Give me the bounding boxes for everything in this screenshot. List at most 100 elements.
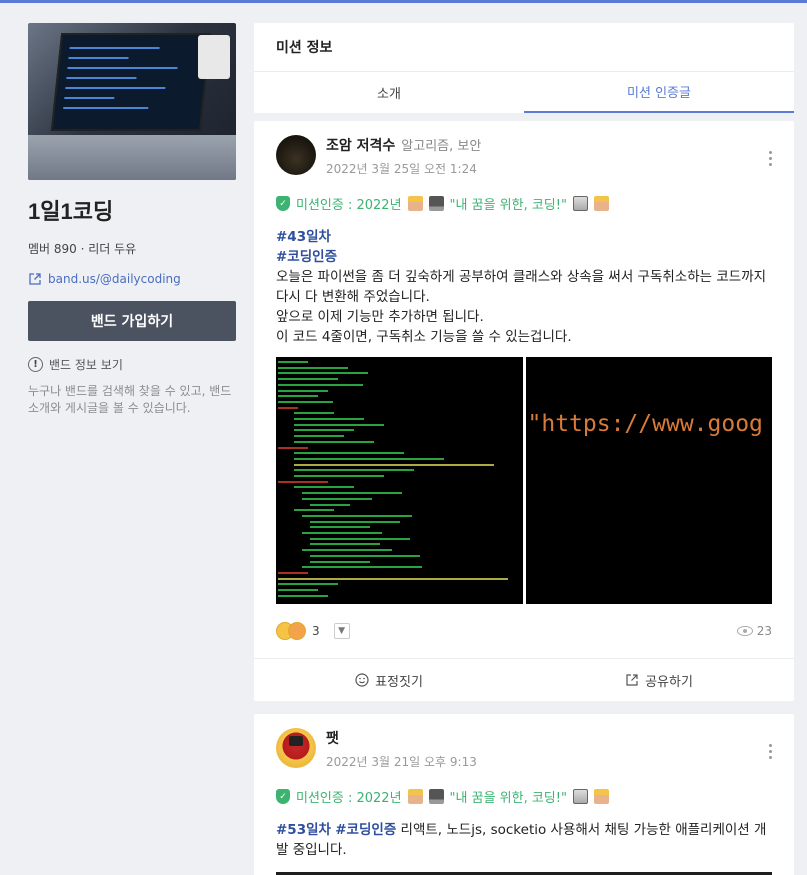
emote-label: 표정짓기	[375, 674, 423, 690]
code-line	[294, 418, 364, 420]
post-card: 조암 저격수 알고리즘, 보안 2022년 3월 25일 오전 1:24 ✓ 미션…	[254, 121, 794, 701]
author-tags: 알고리즘, 보안	[401, 139, 482, 154]
mission-badge[interactable]: ✓ 미션인증 : 2022년 "내 꿈을 위한, 코딩!"	[276, 787, 772, 806]
join-band-button[interactable]: 밴드 가입하기	[28, 301, 236, 341]
code-line	[294, 463, 494, 466]
post-line: 이 코드 4줄이면, 구독취소 기능을 쓸 수 있는겁니다.	[276, 329, 572, 345]
band-cover-image[interactable]	[28, 23, 236, 180]
code-line	[278, 446, 308, 449]
mission-quote: "내 꿈을 위한, 코딩!"	[449, 791, 567, 806]
hashtag[interactable]: #53일차	[276, 822, 331, 838]
mission-badge[interactable]: ✓ 미션인증 : 2022년 "내 꿈을 위한, 코딩!"	[276, 194, 772, 213]
code-line	[278, 589, 318, 591]
band-link-text: band.us/@dailycoding	[48, 272, 181, 286]
hashtag[interactable]: #코딩인증	[276, 249, 337, 265]
tab-intro[interactable]: 소개	[254, 72, 524, 113]
code-line	[278, 594, 328, 597]
code-line	[278, 366, 348, 369]
code-line	[278, 571, 308, 574]
code-line	[278, 577, 508, 580]
more-options-icon[interactable]	[769, 151, 772, 166]
code-line	[302, 566, 422, 569]
author-name[interactable]: 팻	[326, 728, 477, 748]
post-card: 팻 2022년 3월 21일 오후 9:13 ✓ 미션인증 : 2022년 "내…	[254, 714, 794, 875]
code-line	[278, 406, 298, 409]
worker-emoji-icon	[593, 196, 609, 211]
mission-tabs: 소개 미션 인증글	[254, 72, 794, 113]
code-line	[278, 383, 363, 386]
chevron-down-icon[interactable]: ▼	[333, 623, 350, 639]
worker-emoji-icon	[593, 789, 609, 804]
mission-prefix: 미션인증 : 2022년	[296, 791, 402, 806]
code-line	[294, 440, 374, 443]
keyboard-emoji-icon	[572, 196, 588, 211]
post-header: 조암 저격수 알고리즘, 보안 2022년 3월 25일 오전 1:24	[254, 121, 794, 177]
author-name[interactable]: 조암 저격수	[326, 138, 395, 154]
emote-button[interactable]: 표정짓기	[254, 659, 524, 701]
code-line	[302, 532, 382, 534]
mission-info-card: 미션 정보 소개 미션 인증글	[254, 23, 794, 113]
hashtag[interactable]: #43	[276, 229, 306, 245]
code-line	[310, 554, 420, 557]
hashtag[interactable]: #코딩인증	[335, 822, 396, 838]
code-line	[278, 480, 328, 483]
code-screenshot-photo[interactable]	[276, 357, 523, 604]
code-line	[278, 389, 328, 392]
code-line	[294, 509, 334, 512]
view-count-value: 23	[756, 624, 772, 638]
post-body: #53일차 #코딩인증 리액트, 노드js, socketio 사용해서 채팅 …	[276, 820, 772, 860]
post-header: 팻 2022년 3월 21일 오후 9:13	[254, 714, 794, 770]
band-link[interactable]: band.us/@dailycoding	[28, 272, 236, 286]
keyboard-emoji-icon	[572, 789, 588, 804]
mission-prefix: 미션인증 : 2022년	[296, 198, 402, 213]
share-button[interactable]: 공유하기	[524, 659, 794, 701]
code-line	[294, 486, 354, 489]
coffee-mug	[198, 35, 230, 79]
code-line	[294, 457, 444, 460]
post-actions: 표정짓기 공유하기	[254, 658, 794, 701]
computer-emoji-icon	[428, 789, 444, 804]
reaction-count[interactable]: 3	[312, 624, 320, 638]
code-line	[310, 520, 400, 523]
eye-icon	[736, 626, 753, 636]
shield-check-icon: ✓	[276, 789, 290, 804]
smiley-icon	[355, 673, 369, 687]
main-content: 미션 정보 소개 미션 인증글 조암 저격수 알고리즘, 보안 2022년 3월 …	[254, 23, 794, 875]
code-line	[278, 395, 318, 398]
post-body: #43일차 #코딩인증 오늘은 파이썬을 좀 더 깊숙하게 공부하여 클래스와 …	[276, 227, 772, 347]
info-icon: !	[28, 357, 43, 372]
code-line	[310, 526, 370, 529]
external-link-icon	[29, 273, 41, 285]
band-info-label: 밴드 정보 보기	[49, 358, 123, 372]
avatar[interactable]	[276, 135, 316, 175]
code-line	[302, 549, 392, 552]
post-line: 앞으로 이제 기능만 추가하면 됩니다.	[276, 309, 484, 325]
code-line	[310, 503, 350, 506]
code-line	[294, 475, 384, 477]
laptop-screen	[50, 33, 212, 131]
code-line	[278, 400, 333, 403]
worker-emoji-icon	[407, 196, 423, 211]
reaction-faces[interactable]	[276, 622, 306, 640]
code-line	[294, 429, 354, 432]
band-info-link[interactable]: ! 밴드 정보 보기	[28, 356, 236, 373]
avatar[interactable]	[276, 728, 316, 768]
post-date: 2022년 3월 21일 오후 9:13	[326, 755, 477, 769]
share-icon	[626, 674, 638, 686]
photo-url-text: "https://www.goog	[527, 411, 763, 437]
reaction-bar: 3 ▼ 23	[254, 604, 794, 658]
laptop-keyboard	[28, 135, 236, 180]
code-line	[294, 435, 344, 438]
post-photos: "https://www.goog	[276, 357, 772, 604]
code-line	[302, 492, 402, 495]
code-line	[302, 514, 412, 517]
code-line	[294, 423, 384, 426]
code-line	[278, 361, 308, 363]
tab-mission-posts[interactable]: 미션 인증글	[524, 72, 794, 113]
band-sidebar: 1일1코딩 멤버 890 · 리더 두유 band.us/@dailycodin…	[28, 23, 236, 417]
url-screenshot-photo[interactable]: "https://www.goog	[525, 357, 772, 604]
code-line	[294, 452, 404, 455]
more-options-icon[interactable]	[769, 744, 772, 759]
code-line	[294, 469, 414, 472]
love-emoji-icon	[288, 622, 306, 640]
